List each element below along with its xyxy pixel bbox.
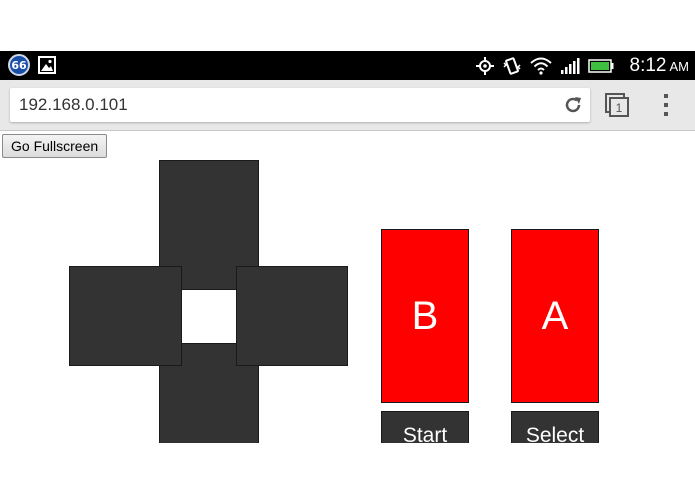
gps-icon [475,56,494,75]
page-content: B A Start Select [0,131,695,443]
a-button-label: A [541,293,569,338]
url-bar[interactable]: 192.168.0.101 [10,88,590,122]
start-button-label: Start [402,424,448,443]
dpad-right[interactable] [236,266,348,366]
status-right: 8:12 AM [475,51,689,80]
tab-count: 1 [616,101,623,115]
top-margin [0,0,695,51]
picture-icon [38,56,56,74]
dpad-left[interactable] [69,266,182,366]
notification-badge: 66 [8,54,30,76]
wifi-icon [529,57,552,75]
b-button-label: B [411,293,439,338]
bottom-margin [0,443,695,494]
vibrate-icon [502,56,521,75]
select-button-label: Select [525,424,585,443]
start-button[interactable]: Start [381,411,469,443]
reload-icon[interactable] [562,94,584,116]
status-bar: 66 8:12 AM [0,51,695,80]
browser-toolbar: 192.168.0.101 1 [0,80,695,131]
menu-icon[interactable] [660,92,672,118]
a-button[interactable]: A [511,229,599,403]
clock-time: 8:12 [629,54,667,76]
clock: 8:12 AM [630,55,689,77]
status-left: 66 [8,54,56,76]
url-text[interactable]: 192.168.0.101 [19,95,128,115]
tabs-icon[interactable]: 1 [604,92,630,118]
signal-icon [560,57,580,74]
clock-ampm: AM [669,58,690,74]
b-button[interactable]: B [381,229,469,403]
battery-icon [587,58,622,73]
go-fullscreen-button[interactable]: Go Fullscreen [2,134,108,158]
select-button[interactable]: Select [511,411,599,443]
